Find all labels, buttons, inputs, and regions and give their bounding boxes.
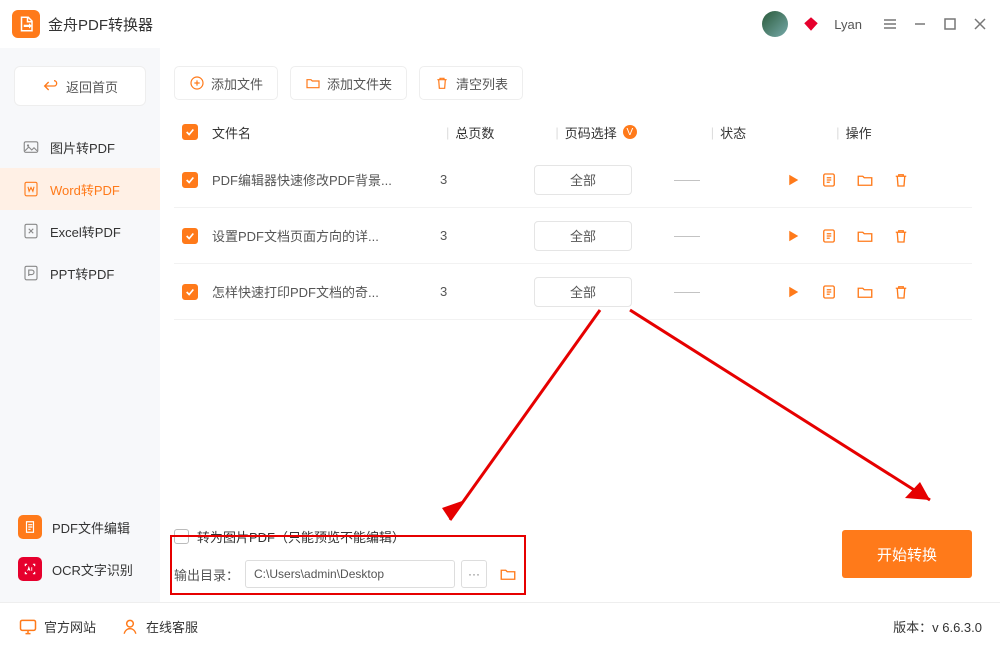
delete-icon[interactable] [892, 171, 910, 189]
app-title: 金舟PDF转换器 [48, 14, 153, 35]
delete-icon[interactable] [892, 227, 910, 245]
detail-icon[interactable] [820, 171, 838, 189]
play-icon[interactable] [784, 171, 802, 189]
row-filename: 怎样快速打印PDF文档的奇... [212, 282, 440, 301]
menu-icon[interactable] [882, 16, 898, 32]
page-select-button[interactable]: 全部 [534, 165, 632, 195]
row-status: —— [674, 228, 784, 243]
sidebar-item-label: PPT转PDF [50, 264, 114, 283]
table-row: 设置PDF文档页面方向的详... 3 全部 —— [174, 208, 972, 264]
row-filename: PDF编辑器快速修改PDF背景... [212, 170, 440, 189]
sidebar-item-label: OCR文字识别 [52, 560, 133, 579]
back-home-button[interactable]: 返回首页 [14, 66, 146, 106]
close-icon[interactable] [972, 16, 988, 32]
sidebar-item-pdf-edit[interactable]: PDF文件编辑 [0, 506, 160, 548]
add-file-button[interactable]: 添加文件 [174, 66, 278, 100]
app-logo-icon [12, 10, 40, 38]
detail-icon[interactable] [820, 283, 838, 301]
output-dir-input[interactable] [245, 560, 455, 588]
statusbar: 官方网站 在线客服 版本：v 6.6.3.0 [0, 602, 1000, 650]
official-site-link[interactable]: 官方网站 [18, 617, 96, 637]
add-folder-button[interactable]: 添加文件夹 [290, 66, 407, 100]
clear-list-button[interactable]: 清空列表 [419, 66, 523, 100]
play-icon[interactable] [784, 227, 802, 245]
support-label: 在线客服 [146, 617, 198, 636]
version-text: 版本：v 6.6.3.0 [893, 617, 982, 636]
detail-icon[interactable] [820, 227, 838, 245]
sidebar-item-ocr[interactable]: OCR文字识别 [0, 548, 160, 590]
row-status: —— [674, 284, 784, 299]
add-folder-label: 添加文件夹 [327, 74, 392, 93]
user-name: Lyan [834, 17, 862, 32]
minimize-icon[interactable] [912, 16, 928, 32]
pdf-edit-icon [18, 515, 42, 539]
folder-icon[interactable] [856, 283, 874, 301]
folder-icon[interactable] [856, 227, 874, 245]
output-dir-label: 输出目录： [174, 565, 239, 584]
sidebar-item-label: PDF文件编辑 [52, 518, 130, 537]
ppt-icon [22, 264, 40, 282]
folder-icon[interactable] [856, 171, 874, 189]
image-pdf-checkbox[interactable] [174, 529, 189, 544]
sidebar-item-label: 图片转PDF [50, 138, 115, 157]
vip-badge-icon: V [623, 125, 637, 139]
support-icon [120, 617, 140, 637]
page-select-button[interactable]: 全部 [534, 221, 632, 251]
image-pdf-label: 转为图片PDF（只能预览不能编辑） [197, 527, 405, 546]
row-checkbox[interactable] [182, 284, 198, 300]
th-page-select: 页码选择V [565, 123, 705, 142]
th-filename: 文件名 [212, 123, 440, 142]
row-pages: 3 [440, 284, 534, 299]
play-icon[interactable] [784, 283, 802, 301]
th-status: 状态 [720, 123, 830, 142]
start-convert-button[interactable]: 开始转换 [842, 530, 972, 578]
sidebar-item-label: Word转PDF [50, 180, 120, 199]
avatar[interactable] [762, 11, 788, 37]
sidebar: 返回首页 图片转PDF Word转PDF Excel转PDF PPT转PDF P… [0, 48, 160, 602]
support-link[interactable]: 在线客服 [120, 617, 198, 637]
table-row: 怎样快速打印PDF文档的奇... 3 全部 —— [174, 264, 972, 320]
word-icon [22, 180, 40, 198]
sidebar-item-word-to-pdf[interactable]: Word转PDF [0, 168, 160, 210]
th-pages: 总页数 [455, 123, 549, 142]
vip-icon[interactable] [802, 15, 820, 33]
sidebar-item-image-to-pdf[interactable]: 图片转PDF [0, 126, 160, 168]
row-checkbox[interactable] [182, 172, 198, 188]
add-file-label: 添加文件 [211, 74, 263, 93]
clear-list-label: 清空列表 [456, 74, 508, 93]
row-pages: 3 [440, 228, 534, 243]
browse-button[interactable]: ··· [461, 560, 487, 588]
back-home-label: 返回首页 [66, 77, 118, 96]
excel-icon [22, 222, 40, 240]
sidebar-item-excel-to-pdf[interactable]: Excel转PDF [0, 210, 160, 252]
table-header: 文件名 | 总页数 | 页码选择V | 状态 | 操作 [174, 112, 972, 152]
th-ops: 操作 [846, 123, 964, 142]
page-select-button[interactable]: 全部 [534, 277, 632, 307]
row-checkbox[interactable] [182, 228, 198, 244]
maximize-icon[interactable] [942, 16, 958, 32]
official-site-label: 官方网站 [44, 617, 96, 636]
row-filename: 设置PDF文档页面方向的详... [212, 226, 440, 245]
image-icon [22, 138, 40, 156]
titlebar: 金舟PDF转换器 Lyan [0, 0, 1000, 48]
monitor-icon [18, 617, 38, 637]
table-row: PDF编辑器快速修改PDF背景... 3 全部 —— [174, 152, 972, 208]
select-all-checkbox[interactable] [182, 124, 198, 140]
sidebar-item-ppt-to-pdf[interactable]: PPT转PDF [0, 252, 160, 294]
content-area: 添加文件 添加文件夹 清空列表 文件名 | 总页数 | 页码选择V | 状态 |… [160, 48, 1000, 602]
sidebar-item-label: Excel转PDF [50, 222, 121, 241]
row-status: —— [674, 172, 784, 187]
open-folder-button[interactable] [499, 563, 521, 585]
delete-icon[interactable] [892, 283, 910, 301]
ocr-icon [18, 557, 42, 581]
row-pages: 3 [440, 172, 534, 187]
